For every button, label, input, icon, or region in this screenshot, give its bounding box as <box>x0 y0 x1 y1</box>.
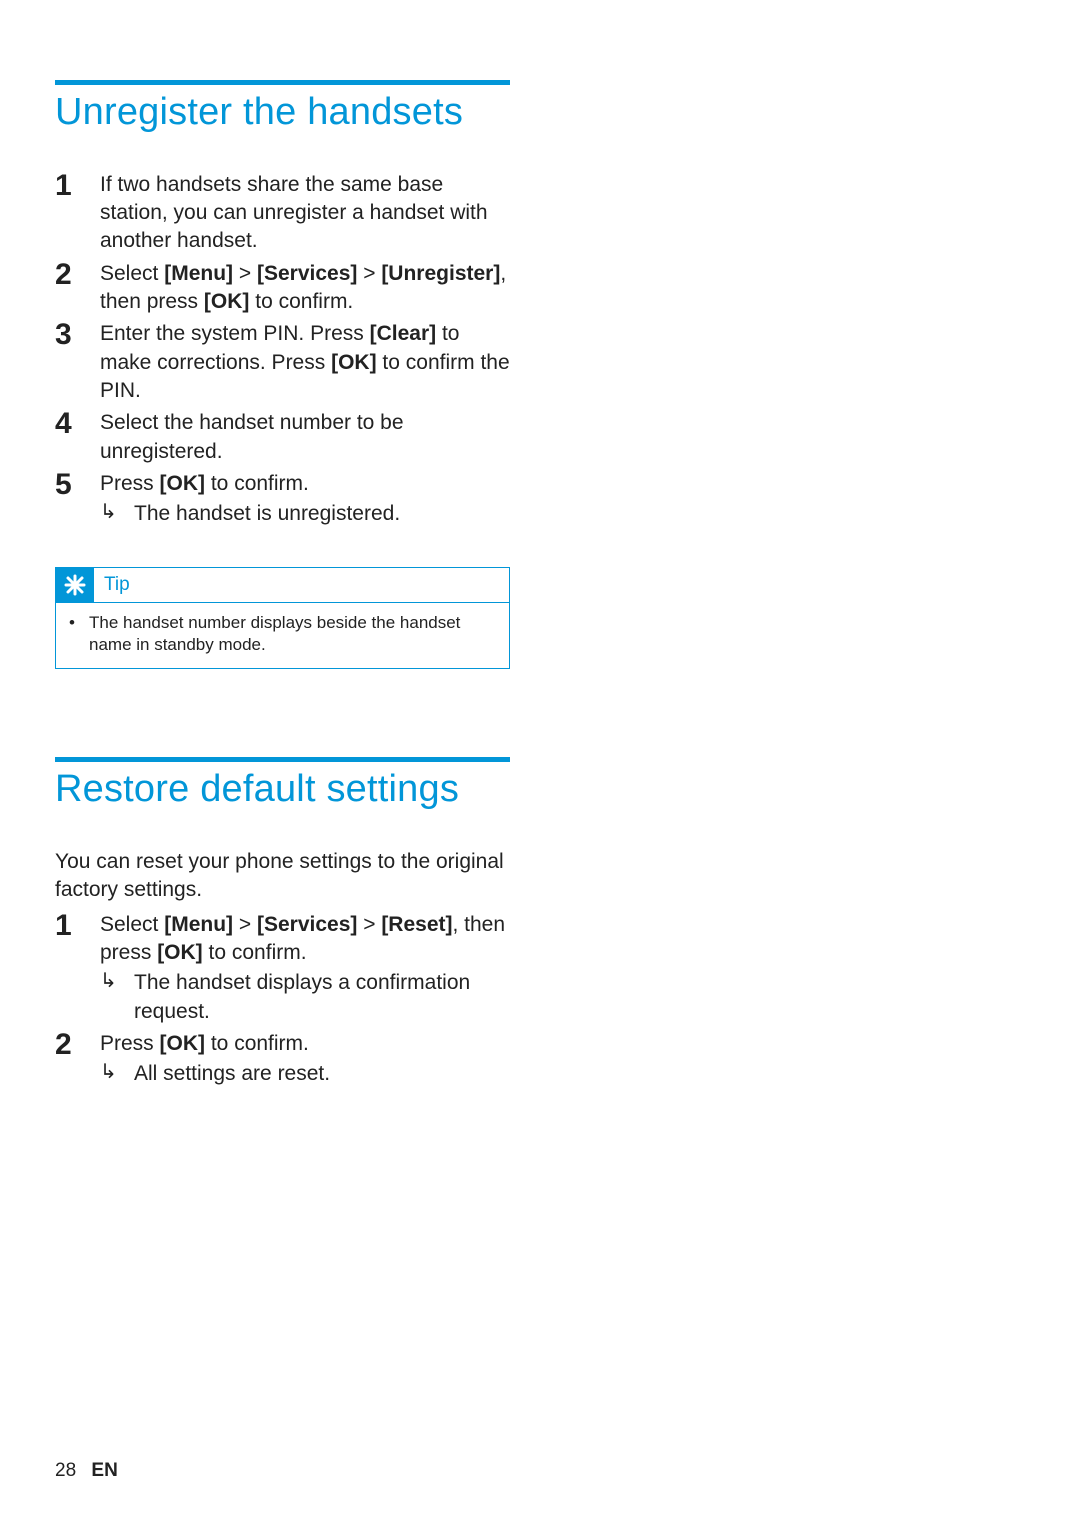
result-arrow-icon: ↳ <box>100 1060 134 1084</box>
text-run: > <box>357 913 381 936</box>
tip-header: Tip <box>56 568 509 603</box>
section-spacer <box>55 669 510 757</box>
steps-list-unregister: 1 If two handsets share the same base st… <box>55 171 510 529</box>
section-rule <box>55 757 510 762</box>
text-run: > <box>357 262 381 285</box>
section-title-restore: Restore default settings <box>55 768 510 812</box>
step-number: 2 <box>55 1030 100 1060</box>
result-arrow-icon: ↳ <box>100 500 134 524</box>
text-run: to confirm. <box>205 1032 309 1055</box>
tip-text: The handset number displays beside the h… <box>89 612 496 656</box>
step-number: 2 <box>55 260 100 290</box>
step-1: 1 If two handsets share the same base st… <box>55 171 510 256</box>
manual-page: Unregister the handsets 1 If two handset… <box>0 0 1080 1527</box>
ok-button-label: [OK] <box>160 472 206 495</box>
step-4: 4 Select the handset number to be unregi… <box>55 409 510 466</box>
steps-list-restore: 1 Select [Menu] > [Services] > [Reset], … <box>55 911 510 1089</box>
text-run: to confirm. <box>249 290 353 313</box>
text-run: Press <box>100 472 160 495</box>
step-number: 4 <box>55 409 100 439</box>
bullet-icon: • <box>69 612 89 634</box>
step-text: Select the handset number to be unregist… <box>100 409 510 466</box>
step-text: If two handsets share the same base stat… <box>100 171 510 256</box>
step-2: 2 Press [OK] to confirm. ↳ All settings … <box>55 1030 510 1089</box>
ok-button-label: [OK] <box>204 290 250 313</box>
ok-button-label: [OK] <box>331 351 377 374</box>
text-run: to confirm. <box>205 472 309 495</box>
step-2: 2 Select [Menu] > [Services] > [Unregist… <box>55 260 510 317</box>
language-code: EN <box>91 1460 117 1481</box>
step-number: 5 <box>55 470 100 500</box>
step-3: 3 Enter the system PIN. Press [Clear] to… <box>55 320 510 405</box>
step-text: Press [OK] to confirm. ↳ All settings ar… <box>100 1030 510 1089</box>
menu-button-label: [Menu] <box>164 913 233 936</box>
step-number: 1 <box>55 911 100 941</box>
ok-button-label: [OK] <box>157 941 203 964</box>
text-run: to confirm. <box>203 941 307 964</box>
text-run: Select <box>100 262 164 285</box>
text-run: Press <box>100 1032 160 1055</box>
text-run: > <box>233 913 257 936</box>
step-number: 3 <box>55 320 100 350</box>
section-rule <box>55 80 510 85</box>
tip-box: Tip • The handset number displays beside… <box>55 567 510 670</box>
step-result: ↳ The handset is unregistered. <box>100 500 510 528</box>
step-text: Enter the system PIN. Press [Clear] to m… <box>100 320 510 405</box>
ok-button-label: [OK] <box>160 1032 206 1055</box>
step-text: Select [Menu] > [Services] > [Unregister… <box>100 260 510 317</box>
asterisk-icon <box>56 568 94 602</box>
text-run: > <box>233 262 257 285</box>
services-label: [Services] <box>257 913 357 936</box>
result-arrow-icon: ↳ <box>100 969 134 993</box>
reset-label: [Reset] <box>381 913 452 936</box>
intro-paragraph: You can reset your phone settings to the… <box>55 848 510 905</box>
result-text: The handset displays a confirmation requ… <box>134 969 510 1026</box>
result-text: The handset is unregistered. <box>134 500 400 528</box>
clear-button-label: [Clear] <box>370 322 437 345</box>
unregister-label: [Unregister] <box>381 262 500 285</box>
step-result: ↳ All settings are reset. <box>100 1060 510 1088</box>
services-label: [Services] <box>257 262 357 285</box>
section-title-unregister: Unregister the handsets <box>55 91 510 135</box>
step-1: 1 Select [Menu] > [Services] > [Reset], … <box>55 911 510 1026</box>
text-run: Select <box>100 913 164 936</box>
step-text: Press [OK] to confirm. ↳ The handset is … <box>100 470 510 529</box>
menu-button-label: [Menu] <box>164 262 233 285</box>
step-result: ↳ The handset displays a confirmation re… <box>100 969 510 1026</box>
step-5: 5 Press [OK] to confirm. ↳ The handset i… <box>55 470 510 529</box>
text-run: Enter the system PIN. Press <box>100 322 370 345</box>
step-text: Select [Menu] > [Services] > [Reset], th… <box>100 911 510 1026</box>
page-number: 28 <box>55 1460 76 1481</box>
tip-label: Tip <box>94 568 509 602</box>
step-number: 1 <box>55 171 100 201</box>
page-footer: 28 EN <box>55 1460 118 1482</box>
result-text: All settings are reset. <box>134 1060 330 1088</box>
tip-body: • The handset number displays beside the… <box>56 603 509 669</box>
